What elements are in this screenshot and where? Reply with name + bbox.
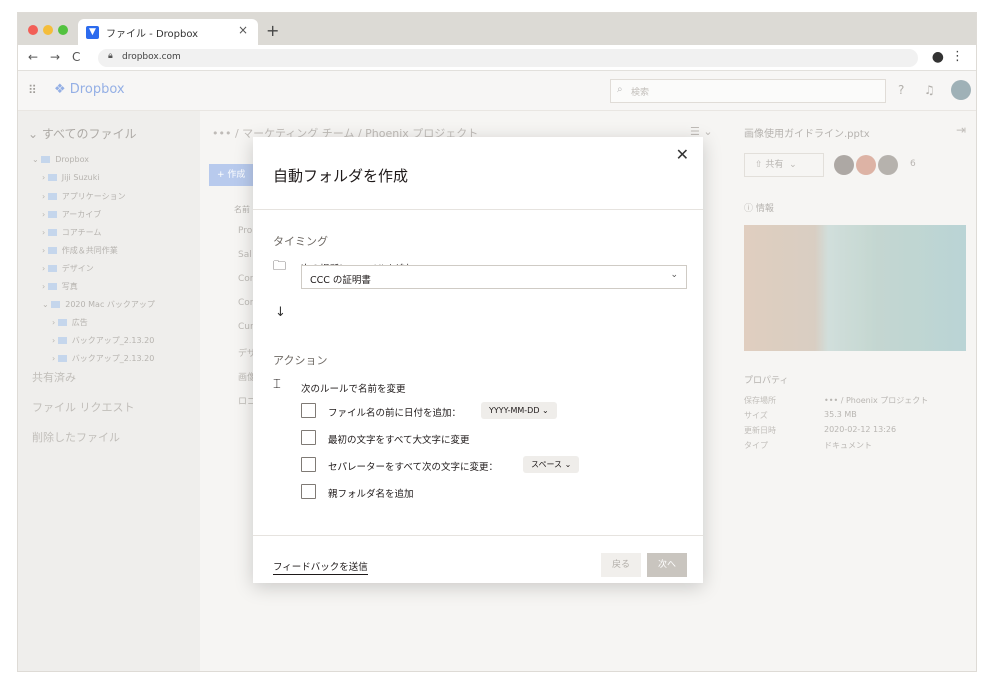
- address-bar: ← → C 🔒︎ dropbox.com ● ⋮: [18, 45, 976, 71]
- folder-select-value: CCC の証明書: [310, 275, 371, 286]
- separator-value: スペース: [531, 460, 563, 469]
- url-text: dropbox.com: [122, 52, 181, 62]
- date-format-dropdown[interactable]: YYYY-MM-DD ⌄: [481, 402, 557, 419]
- option-label: 親フォルダ名を追加: [328, 489, 414, 500]
- checkbox-separator[interactable]: [301, 457, 316, 472]
- close-window-button[interactable]: [28, 25, 38, 35]
- forward-arrow-icon[interactable]: →: [50, 50, 60, 64]
- option-label: セパレーターをすべて次の文字に変更：: [328, 462, 498, 473]
- dropbox-favicon-icon: ▼: [86, 26, 99, 39]
- back-button[interactable]: 戻る: [601, 553, 641, 577]
- divider: [253, 209, 703, 210]
- date-format-value: YYYY-MM-DD: [489, 406, 540, 415]
- browser-tab[interactable]: ▼ ファイル - Dropbox ×: [78, 19, 258, 45]
- send-feedback-link[interactable]: フィードバックを送信: [273, 559, 368, 575]
- folder-select[interactable]: CCC の証明書 ⌄: [301, 265, 687, 289]
- tab-bar: ▼ ファイル - Dropbox × +: [18, 13, 976, 45]
- tab-title: ファイル - Dropbox: [106, 29, 199, 40]
- option-label: 最初の文字をすべて大文字に変更: [328, 435, 470, 446]
- next-button[interactable]: 次へ: [647, 553, 687, 577]
- checkbox-add-date[interactable]: [301, 403, 316, 418]
- timing-section-label: タイミング: [273, 235, 328, 248]
- arrow-down-icon: ↓: [275, 305, 286, 320]
- action-description: 次のルールで名前を変更: [301, 384, 406, 395]
- divider: [253, 535, 703, 536]
- create-automated-folder-dialog: ✕ 自動フォルダを作成 タイミング 🗀︎ 次の場所にファイルを追加： CCC の…: [253, 137, 703, 583]
- maximize-window-button[interactable]: [58, 25, 68, 35]
- lock-icon: 🔒︎: [108, 51, 113, 61]
- more-menu-icon[interactable]: ⋮: [951, 49, 964, 64]
- close-icon[interactable]: ✕: [676, 145, 689, 164]
- url-field[interactable]: 🔒︎ dropbox.com: [98, 49, 918, 67]
- action-section-label: アクション: [273, 354, 328, 367]
- back-arrow-icon[interactable]: ←: [28, 50, 38, 64]
- new-tab-button[interactable]: +: [266, 21, 279, 40]
- folder-icon: 🗀︎: [273, 259, 287, 274]
- rename-icon: ⌶: [273, 377, 281, 392]
- dialog-title: 自動フォルダを作成: [273, 167, 409, 185]
- reload-icon[interactable]: C: [72, 50, 80, 64]
- tab-close-icon[interactable]: ×: [238, 23, 248, 37]
- separator-dropdown[interactable]: スペース ⌄: [523, 456, 580, 473]
- minimize-window-button[interactable]: [43, 25, 53, 35]
- chevron-down-icon: ⌄: [670, 270, 678, 280]
- account-icon[interactable]: ●: [932, 49, 944, 65]
- checkbox-parent-folder[interactable]: [301, 484, 316, 499]
- checkbox-uppercase[interactable]: [301, 430, 316, 445]
- option-label: ファイル名の前に日付を追加：: [328, 408, 462, 419]
